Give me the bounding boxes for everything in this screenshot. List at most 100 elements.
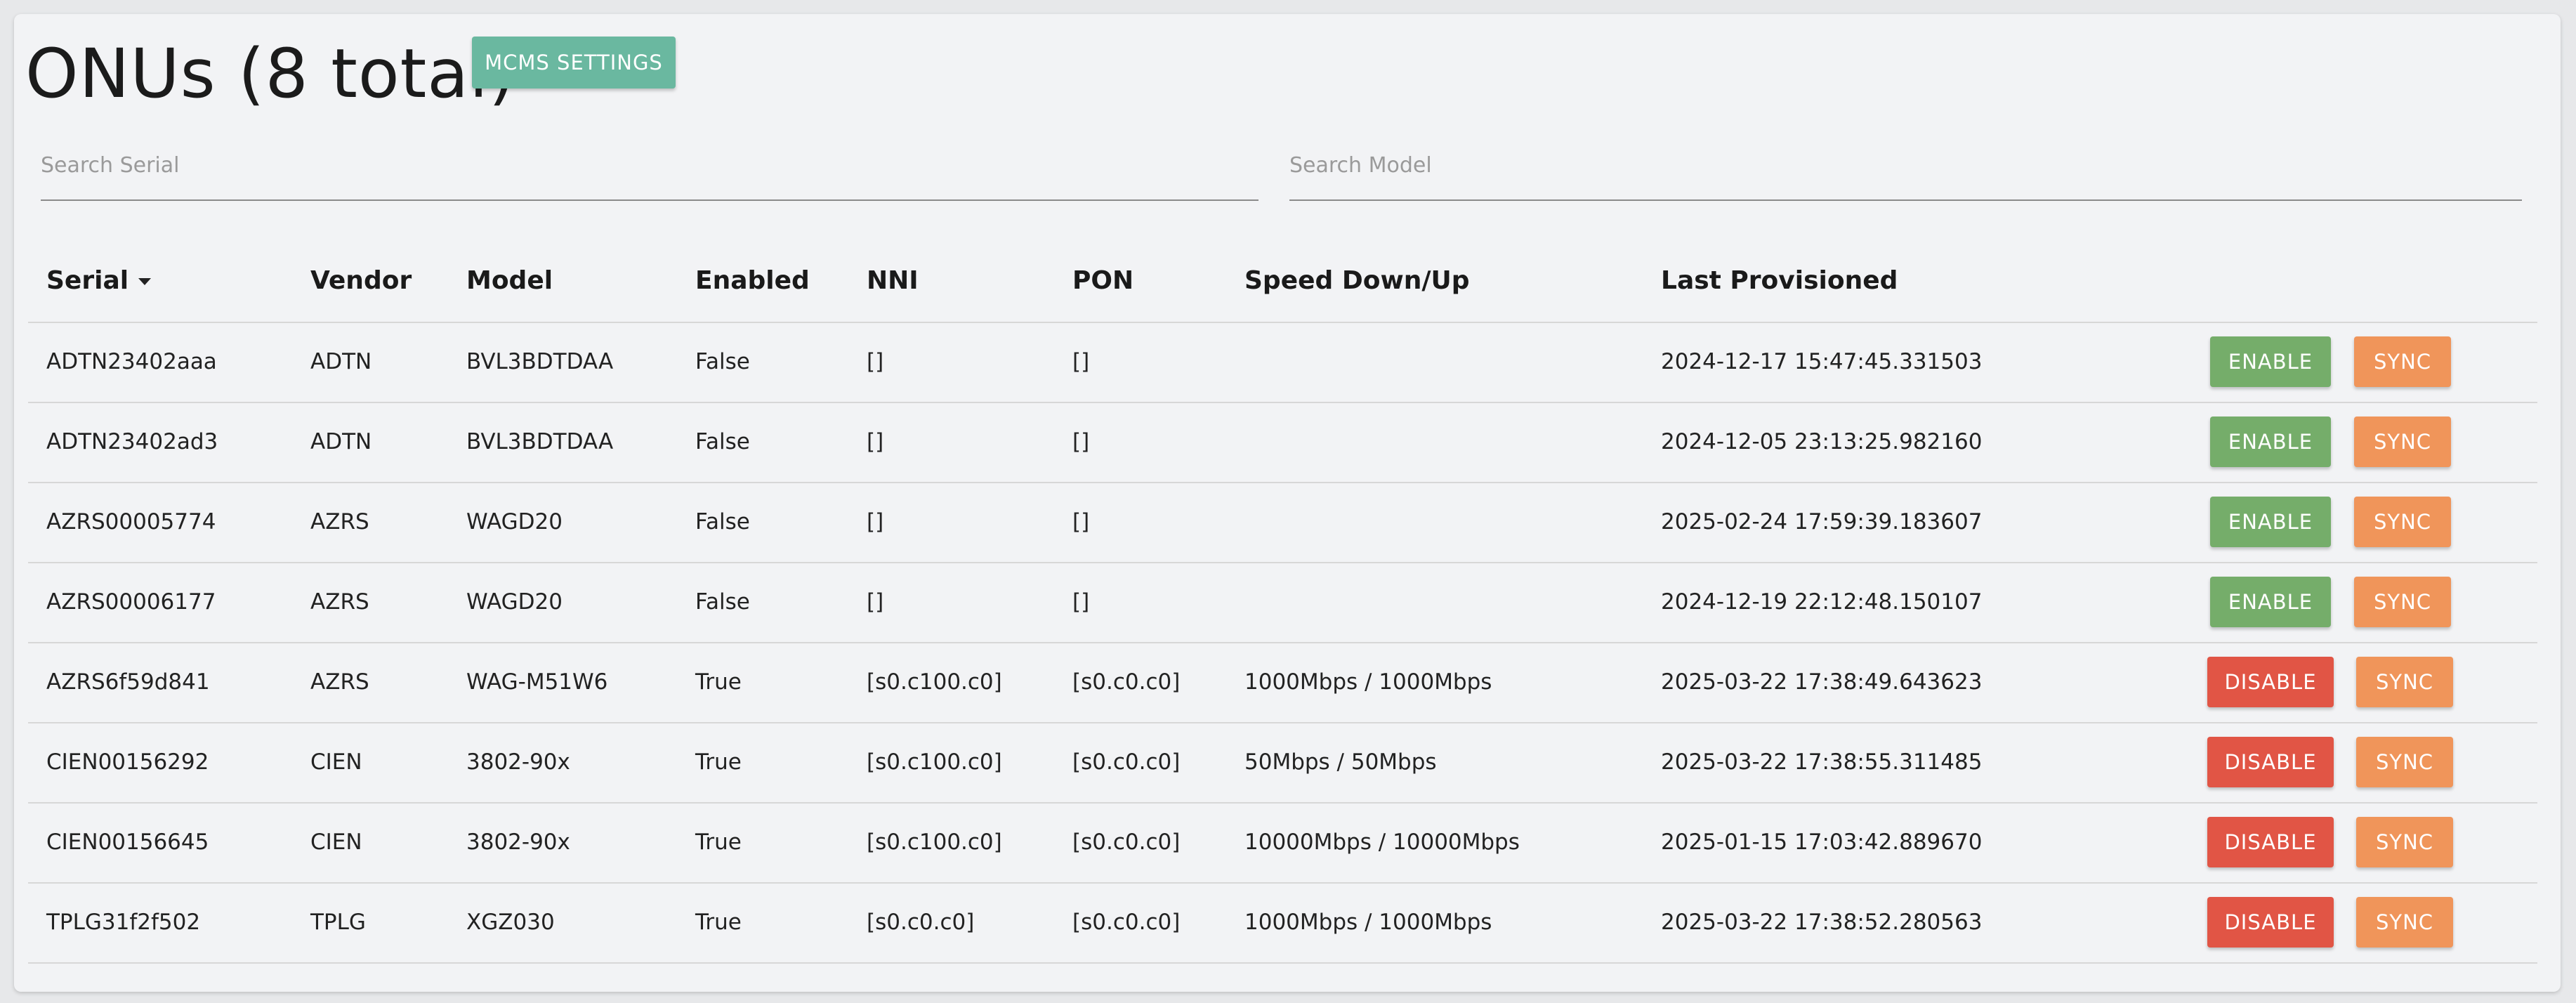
cell-last-provisioned: 2025-01-15 17:03:42.889670 bbox=[1661, 830, 1983, 855]
sync-button[interactable]: SYNC bbox=[2354, 336, 2451, 387]
cell-model: 3802-90x bbox=[466, 830, 570, 855]
row-divider bbox=[28, 962, 2537, 964]
sync-button[interactable]: SYNC bbox=[2356, 897, 2453, 948]
row-divider bbox=[28, 482, 2537, 483]
cell-vendor: AZRS bbox=[310, 589, 369, 615]
row-divider bbox=[28, 642, 2537, 643]
cell-speed: 50Mbps / 50Mbps bbox=[1244, 749, 1437, 775]
cell-pon: [] bbox=[1072, 589, 1090, 615]
cell-enabled: False bbox=[695, 509, 750, 535]
cell-enabled: True bbox=[695, 669, 742, 695]
cell-enabled: False bbox=[695, 589, 750, 615]
enable-button[interactable]: ENABLE bbox=[2210, 336, 2331, 387]
cell-pon: [s0.c0.c0] bbox=[1072, 830, 1181, 855]
cell-enabled: True bbox=[695, 749, 742, 775]
sync-button[interactable]: SYNC bbox=[2354, 417, 2451, 467]
disable-button[interactable]: DISABLE bbox=[2207, 897, 2334, 948]
sync-button[interactable]: SYNC bbox=[2354, 577, 2451, 627]
cell-pon: [s0.c0.c0] bbox=[1072, 749, 1181, 775]
header-speed[interactable]: Speed Down/Up bbox=[1244, 263, 1469, 299]
header-serial-label: Serial bbox=[46, 266, 129, 295]
cell-model: WAGD20 bbox=[466, 589, 563, 615]
disable-button[interactable]: DISABLE bbox=[2207, 817, 2334, 867]
table-header-divider bbox=[28, 322, 2537, 323]
cell-speed: 1000Mbps / 1000Mbps bbox=[1244, 910, 1492, 935]
cell-enabled: True bbox=[695, 830, 742, 855]
cell-vendor: AZRS bbox=[310, 509, 369, 535]
header-pon[interactable]: PON bbox=[1072, 263, 1133, 299]
cell-nni: [s0.c100.c0] bbox=[867, 669, 1002, 695]
cell-last-provisioned: 2024-12-17 15:47:45.331503 bbox=[1661, 349, 1983, 374]
cell-nni: [] bbox=[867, 509, 884, 535]
row-divider bbox=[28, 562, 2537, 563]
row-divider bbox=[28, 402, 2537, 403]
cell-serial: CIEN00156645 bbox=[46, 830, 209, 855]
disable-button[interactable]: DISABLE bbox=[2207, 737, 2334, 787]
cell-model: WAGD20 bbox=[466, 509, 563, 535]
enable-button[interactable]: ENABLE bbox=[2210, 497, 2331, 547]
cell-nni: [s0.c100.c0] bbox=[867, 749, 1002, 775]
header-model[interactable]: Model bbox=[466, 263, 553, 299]
sync-button[interactable]: SYNC bbox=[2356, 657, 2453, 707]
cell-vendor: TPLG bbox=[310, 910, 366, 935]
cell-model: 3802-90x bbox=[466, 749, 570, 775]
header-nni[interactable]: NNI bbox=[867, 263, 919, 299]
cell-nni: [s0.c0.c0] bbox=[867, 910, 975, 935]
search-model-input[interactable] bbox=[1289, 153, 2522, 178]
row-divider bbox=[28, 882, 2537, 884]
cell-last-provisioned: 2025-03-22 17:38:49.643623 bbox=[1661, 669, 1983, 695]
cell-pon: [] bbox=[1072, 429, 1090, 454]
cell-model: BVL3BDTDAA bbox=[466, 349, 614, 374]
header-vendor[interactable]: Vendor bbox=[310, 263, 412, 299]
cell-serial: TPLG31f2f502 bbox=[46, 910, 201, 935]
search-serial-input[interactable] bbox=[41, 153, 1259, 178]
header-serial[interactable]: Serial bbox=[46, 263, 152, 299]
cell-last-provisioned: 2024-12-19 22:12:48.150107 bbox=[1661, 589, 1983, 615]
sync-button[interactable]: SYNC bbox=[2356, 737, 2453, 787]
mcms-settings-button[interactable]: MCMS SETTINGS bbox=[472, 37, 676, 88]
cell-vendor: CIEN bbox=[310, 830, 362, 855]
cell-vendor: ADTN bbox=[310, 429, 372, 454]
cell-last-provisioned: 2025-03-22 17:38:55.311485 bbox=[1661, 749, 1983, 775]
search-model-container bbox=[1289, 140, 2522, 201]
row-divider bbox=[28, 802, 2537, 804]
cell-model: BVL3BDTDAA bbox=[466, 429, 614, 454]
enable-button[interactable]: ENABLE bbox=[2210, 577, 2331, 627]
cell-nni: [s0.c100.c0] bbox=[867, 830, 1002, 855]
cell-serial: AZRS00005774 bbox=[46, 509, 216, 535]
cell-enabled: True bbox=[695, 910, 742, 935]
disable-button[interactable]: DISABLE bbox=[2207, 657, 2334, 707]
cell-enabled: False bbox=[695, 429, 750, 454]
cell-speed: 10000Mbps / 10000Mbps bbox=[1244, 830, 1520, 855]
search-serial-container bbox=[41, 140, 1259, 201]
cell-pon: [s0.c0.c0] bbox=[1072, 669, 1181, 695]
cell-nni: [] bbox=[867, 589, 884, 615]
cell-model: WAG-M51W6 bbox=[466, 669, 608, 695]
cell-nni: [] bbox=[867, 349, 884, 374]
cell-last-provisioned: 2025-03-22 17:38:52.280563 bbox=[1661, 910, 1983, 935]
cell-enabled: False bbox=[695, 349, 750, 374]
sync-button[interactable]: SYNC bbox=[2354, 497, 2451, 547]
cell-vendor: ADTN bbox=[310, 349, 372, 374]
cell-last-provisioned: 2025-02-24 17:59:39.183607 bbox=[1661, 509, 1983, 535]
cell-vendor: AZRS bbox=[310, 669, 369, 695]
cell-model: XGZ030 bbox=[466, 910, 555, 935]
cell-serial: AZRS6f59d841 bbox=[46, 669, 210, 695]
sync-button[interactable]: SYNC bbox=[2356, 817, 2453, 867]
cell-nni: [] bbox=[867, 429, 884, 454]
cell-serial: AZRS00006177 bbox=[46, 589, 216, 615]
cell-pon: [s0.c0.c0] bbox=[1072, 910, 1181, 935]
row-divider bbox=[28, 722, 2537, 723]
cell-speed: 1000Mbps / 1000Mbps bbox=[1244, 669, 1492, 695]
cell-serial: ADTN23402aaa bbox=[46, 349, 217, 374]
cell-last-provisioned: 2024-12-05 23:13:25.982160 bbox=[1661, 429, 1983, 454]
header-enabled[interactable]: Enabled bbox=[695, 263, 810, 299]
sort-descending-icon bbox=[138, 278, 152, 285]
header-last-provisioned[interactable]: Last Provisioned bbox=[1661, 263, 1898, 299]
cell-pon: [] bbox=[1072, 509, 1090, 535]
cell-vendor: CIEN bbox=[310, 749, 362, 775]
cell-pon: [] bbox=[1072, 349, 1090, 374]
page-title: ONUs (8 total) bbox=[25, 34, 516, 113]
enable-button[interactable]: ENABLE bbox=[2210, 417, 2331, 467]
cell-serial: ADTN23402ad3 bbox=[46, 429, 218, 454]
